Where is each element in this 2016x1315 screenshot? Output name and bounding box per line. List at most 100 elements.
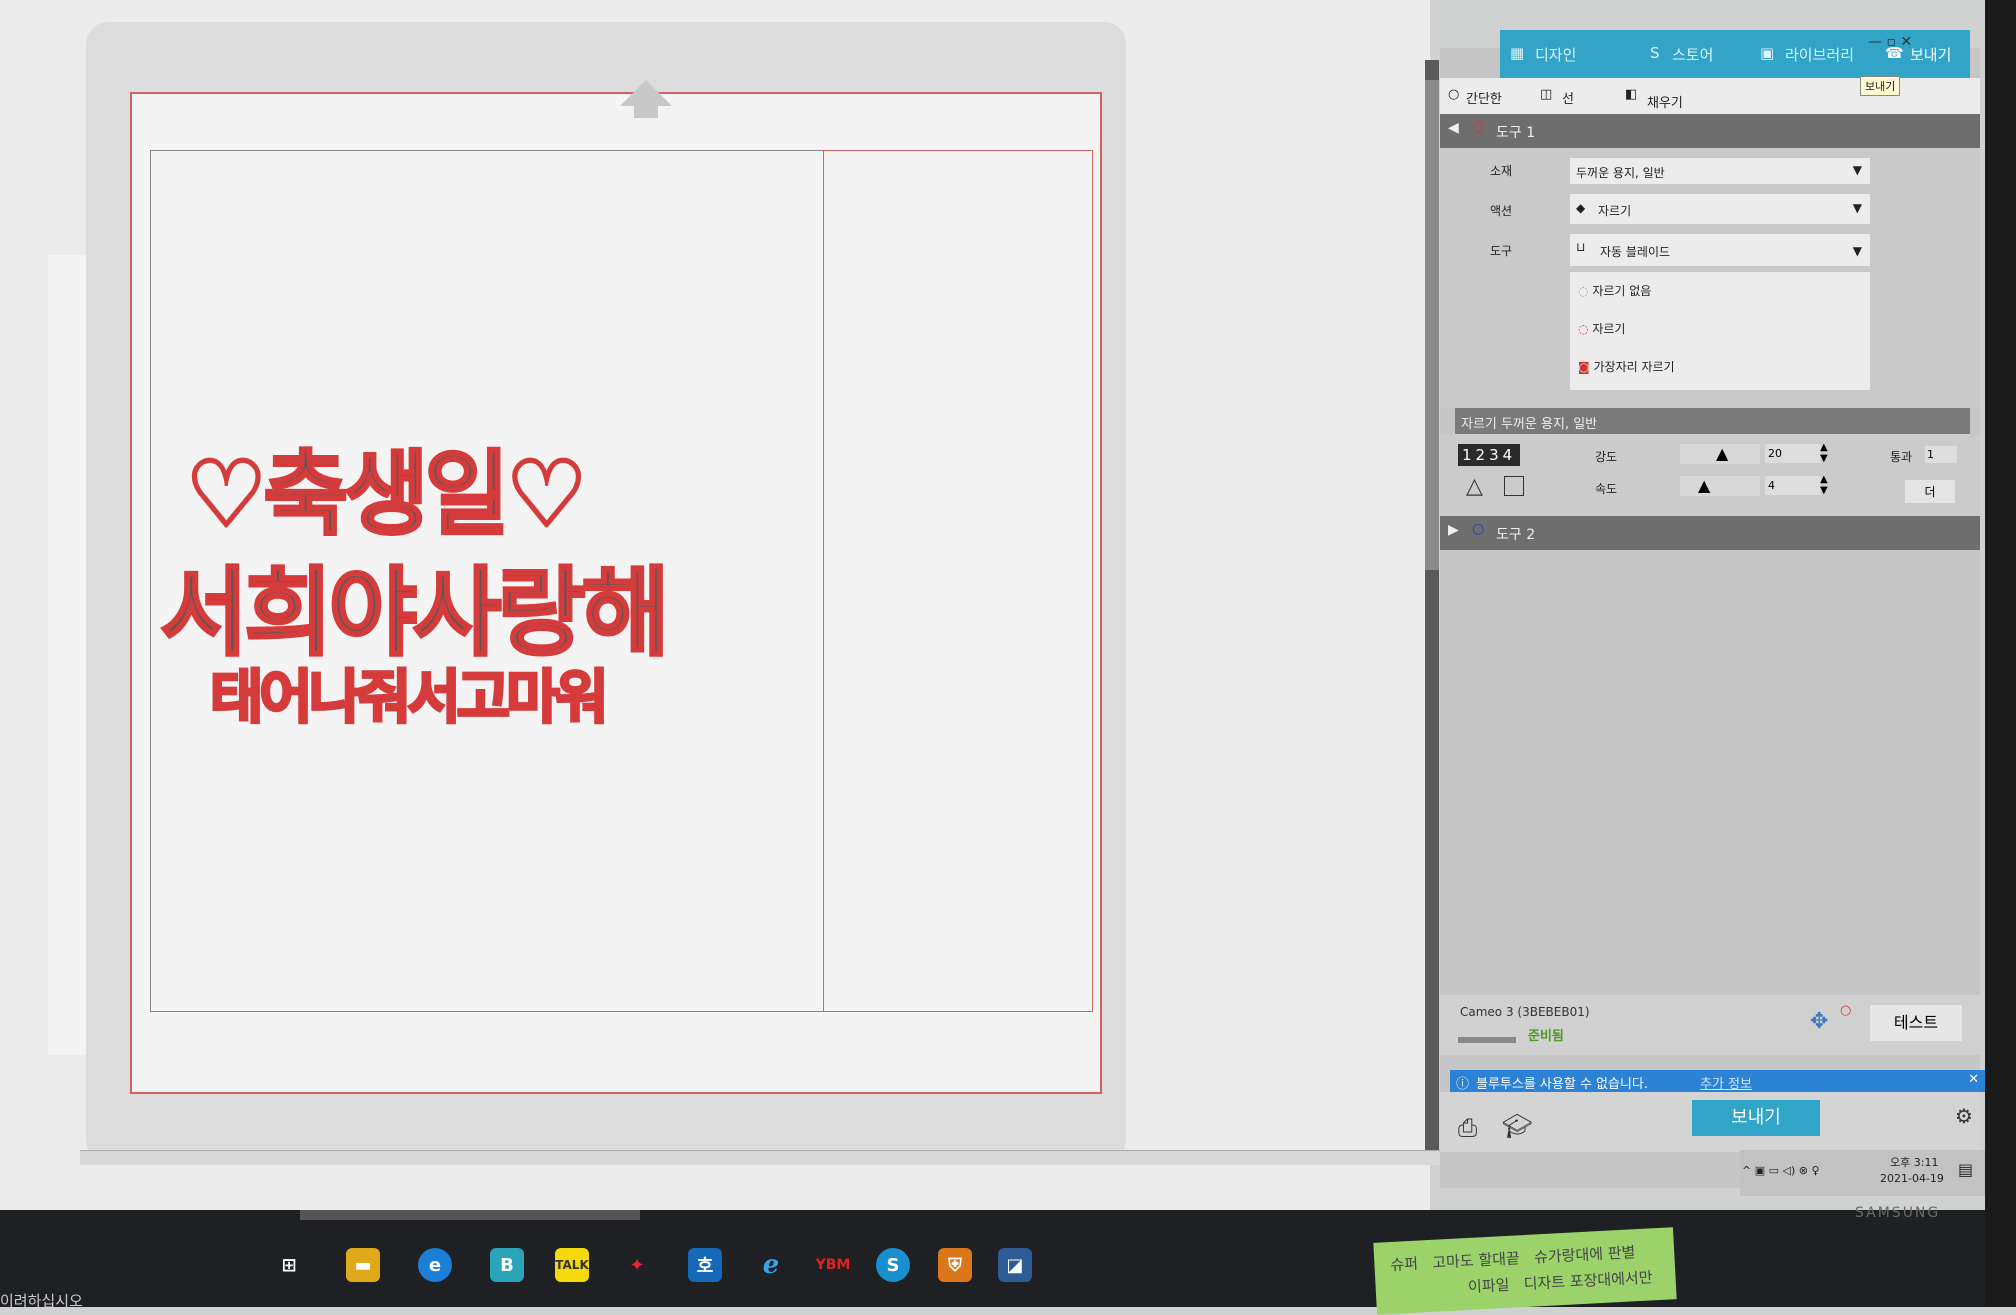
app-window-icon[interactable]: ◪ — [998, 1248, 1032, 1282]
search-hint: 이려하십시오 — [0, 1292, 83, 1310]
blade-icon: ⊔ — [1576, 240, 1586, 254]
action-value: 자르기 — [1598, 204, 1632, 218]
app-star-icon[interactable]: ✦ — [620, 1248, 654, 1282]
move-arrows-icon[interactable]: ✥ — [1810, 1009, 1828, 1034]
mode-line[interactable]: 선 — [1562, 88, 1574, 107]
more-button[interactable]: 더 — [1905, 480, 1955, 503]
knife-icon: ◆ — [1576, 201, 1586, 215]
app-ybm-icon[interactable]: YBM — [816, 1248, 851, 1282]
cut-boundary — [822, 150, 1093, 1012]
collapse-arrow-icon[interactable]: ◀ — [1448, 120, 1459, 136]
tab-send[interactable]: 보내기 — [1910, 44, 1951, 65]
settings-title-bar: 자르기 두꺼운 용지, 일반 — [1455, 408, 1970, 434]
speed-stepper-icon[interactable]: ▲ ▼ — [1820, 474, 1828, 496]
canvas-horizontal-scrollbar[interactable] — [80, 1150, 1440, 1165]
taskbar-highlight — [300, 1210, 640, 1220]
no-cut-label: 자르기 없음 — [1592, 284, 1652, 298]
hancom-icon[interactable]: 호 — [688, 1248, 722, 1282]
chevron-down-icon: ▼ — [1852, 201, 1862, 215]
silhouette-studio-icon[interactable]: S — [876, 1248, 910, 1282]
bluetooth-more-info-link[interactable]: 추가 정보 — [1700, 1073, 1752, 1092]
passes-label: 통과 — [1890, 450, 1913, 464]
tool-label: 도구 — [1490, 244, 1513, 258]
bluetooth-message: 블루투스를 사용할 수 없습니다. — [1476, 1077, 1649, 1092]
file-explorer-icon[interactable]: ▬ — [346, 1248, 380, 1282]
shield-icon[interactable]: ⛨ — [938, 1248, 972, 1282]
design-line-3[interactable]: 태어나줘서고마워 — [209, 650, 611, 734]
mode-bar: ○ 간단한 ◫ 선 ◧ 채우기 보내기 — [1440, 76, 1980, 114]
tool-1-header[interactable]: ◀ ○ 도구 1 — [1440, 114, 1980, 148]
test-button[interactable]: 테스트 — [1870, 1005, 1962, 1041]
clock-date[interactable]: 2021-04-19 — [1880, 1172, 1944, 1185]
device-status: 준비됨 — [1528, 1029, 1564, 1044]
passes-value[interactable]: 1 — [1925, 446, 1957, 463]
action-select[interactable]: ◆ 자르기 ▼ — [1570, 194, 1870, 224]
system-tray: ^ ▣ ▭ ◁) ⊗ ♀ 오후 3:11 2021-04-19 ▤ — [1740, 1150, 1985, 1196]
printer-icon[interactable]: ⎙ — [1458, 1114, 1477, 1142]
clock-time[interactable]: 오후 3:11 — [1890, 1154, 1938, 1170]
cut-label: 자르기 — [1592, 322, 1626, 336]
cut-option[interactable]: ◌ 자르기 — [1578, 320, 1625, 337]
no-cut-icon: ◌ — [1578, 284, 1589, 298]
close-icon[interactable]: ✕ — [1968, 1072, 1979, 1087]
slider-handle-icon[interactable]: ▲ — [1698, 476, 1710, 495]
material-value: 두꺼운 용지, 일반 — [1576, 166, 1665, 180]
tray-icons[interactable]: ^ ▣ ▭ ◁) ⊗ ♀ — [1742, 1164, 1820, 1177]
tool-select[interactable]: ⊔ 자동 블레이드 ▼ — [1570, 234, 1870, 266]
app-b-icon[interactable]: B — [490, 1248, 524, 1282]
edge-cut-option[interactable]: ◙ 가장자리 자르기 — [1578, 358, 1675, 375]
store-icon: S — [1650, 44, 1660, 62]
tool-2-circle-icon: ○ — [1472, 521, 1485, 537]
device-name: Cameo 3 (3BEBEB01) — [1460, 1005, 1590, 1019]
speed-slider[interactable]: ▲ — [1680, 476, 1760, 496]
origin-icon: ○ — [1840, 1003, 1852, 1018]
gear-icon[interactable]: ⚙ — [1955, 1104, 1973, 1128]
window-controls[interactable]: — ▫ ✕ — [1868, 34, 1912, 50]
edge-icon[interactable]: e — [418, 1248, 452, 1282]
send-footer: ⎙ 🎓︎ 보내기 ⚙ — [1440, 1092, 1980, 1152]
force-stepper-icon[interactable]: ▲ ▼ — [1820, 442, 1828, 464]
kakaotalk-icon[interactable]: TALK — [555, 1248, 589, 1282]
tool-1-body: 소재 액션 도구 두꺼운 용지, 일반 ▼ ◆ 자르기 ▼ ⊔ 자동 블레이드 … — [1440, 148, 1980, 408]
info-icon: ⓘ — [1456, 1077, 1470, 1092]
force-value[interactable]: 20 — [1765, 444, 1821, 463]
material-select[interactable]: 두꺼운 용지, 일반 ▼ — [1570, 158, 1870, 184]
force-slider[interactable]: ▲ — [1680, 444, 1760, 464]
design-canvas[interactable]: ♡축생일♡ 서희야사랑해 태어나줘서고마워 — [0, 0, 1430, 1210]
tab-design[interactable]: 디자인 — [1535, 44, 1576, 65]
material-label: 소재 — [1490, 164, 1513, 178]
tool-1-title: 도구 1 — [1496, 125, 1536, 141]
design-line-1[interactable]: ♡축생일♡ — [184, 420, 590, 553]
tool-value: 자동 블레이드 — [1600, 245, 1671, 259]
speed-value[interactable]: 4 — [1765, 476, 1821, 495]
send-button[interactable]: 보내기 — [1692, 1100, 1820, 1136]
tool-2-title: 도구 2 — [1496, 527, 1536, 543]
device-status-area: Cameo 3 (3BEBEB01) 준비됨 ✥ ○ 테스트 — [1440, 995, 1980, 1055]
graduation-cap-icon[interactable]: 🎓︎ — [1502, 1112, 1532, 1140]
mode-fill[interactable]: 채우기 — [1647, 92, 1683, 111]
no-cut-option[interactable]: ◌ 자르기 없음 — [1578, 282, 1651, 299]
mode-simple[interactable]: 간단한 — [1466, 88, 1502, 107]
cutter-icon — [1458, 1037, 1516, 1043]
edge-cut-icon: ◙ — [1578, 360, 1590, 374]
feed-direction-stem — [634, 104, 658, 118]
feed-direction-icon — [620, 80, 672, 106]
simple-mode-icon: ○ — [1448, 87, 1460, 102]
monitor-bezel — [1985, 0, 2016, 1307]
grid-icon: ▦ — [1510, 44, 1525, 62]
blade-depth[interactable]: 1234 — [1458, 444, 1521, 466]
notification-icon[interactable]: ▤ — [1958, 1160, 1973, 1179]
tab-library[interactable]: 라이브러리 — [1785, 44, 1854, 65]
tool-2-header[interactable]: ▶ ○ 도구 2 — [1440, 516, 1980, 550]
force-label: 강도 — [1595, 450, 1618, 464]
triangle-icon: △ — [1466, 474, 1483, 499]
task-view-icon[interactable]: ⊞ — [272, 1248, 306, 1282]
edge-cut-label: 가장자리 자르기 — [1593, 360, 1675, 374]
action-label: 액션 — [1490, 204, 1513, 218]
chevron-down-icon: ▼ — [1852, 163, 1862, 177]
expand-arrow-icon[interactable]: ▶ — [1448, 522, 1459, 538]
tab-store[interactable]: 스토어 — [1672, 44, 1713, 65]
scrollbar-thumb[interactable] — [1425, 80, 1439, 570]
slider-handle-icon[interactable]: ▲ — [1716, 444, 1728, 463]
internet-explorer-icon[interactable]: ℯ — [754, 1248, 788, 1282]
